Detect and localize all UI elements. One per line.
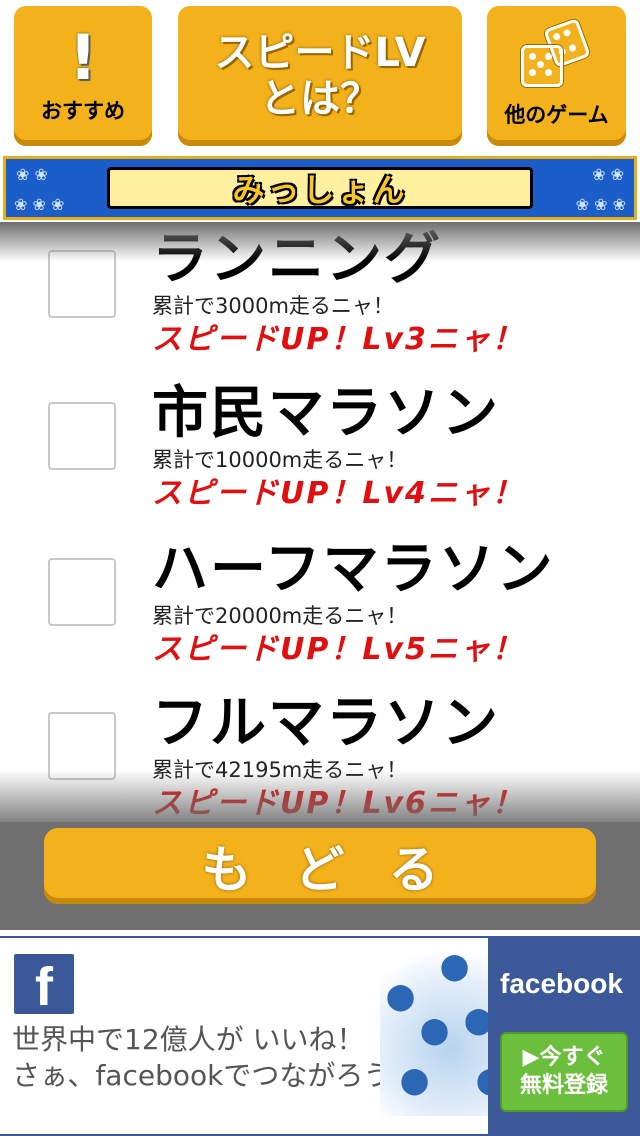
cta-line-2: 無料登録 [519, 1073, 608, 1098]
mission-title: ランニング [152, 227, 442, 292]
mission-item: フルマラソン 累計で42195m走るニャ！ スピードUP！Lv6ニャ！ [0, 692, 640, 822]
paw-icon: ❀ ❀ [16, 165, 48, 184]
exclamation-icon: ! [68, 21, 98, 94]
cta-line-1: ▶今すぐ [522, 1045, 606, 1070]
recommend-label: おすすめ [41, 99, 125, 123]
other-games-label: 他のゲーム [504, 103, 609, 127]
other-games-button[interactable]: 他のゲーム [487, 6, 626, 146]
mission-title: 市民マラソン [152, 381, 500, 446]
recommend-button[interactable]: ! おすすめ [14, 6, 152, 146]
ad-line-1: 世界中で12億人が いいね！ [12, 1023, 365, 1056]
speed-level-line2: とは？ [260, 76, 380, 122]
facebook-logo-icon: f [14, 954, 74, 1017]
mission-title-bar: みっしょん [107, 167, 533, 209]
mission-list[interactable]: ランニング 累計で3000m走るニャ！ スピードUP！Lv3ニャ！ 市民マラソン… [0, 222, 640, 822]
mission-title: ハーフマラソン [152, 537, 555, 602]
dice-icon [517, 18, 597, 93]
mission-header: ❀ ❀ ❀ ❀ ❀ ❀ ❀ ❀ ❀ ❀ みっしょん [3, 156, 637, 220]
ad-line-2: さぁ、facebookでつながろう [12, 1059, 392, 1092]
register-now-button[interactable]: ▶今すぐ 無料登録 [500, 1032, 628, 1112]
mission-checkbox[interactable] [48, 712, 116, 780]
mission-item: ランニング 累計で3000m走るニャ！ スピードUP！Lv3ニャ！ [0, 228, 640, 378]
back-button[interactable]: もどる [44, 828, 596, 904]
mission-checkbox[interactable] [48, 558, 116, 626]
mission-item: ハーフマラソン 累計で20000m走るニャ！ スピードUP！Lv5ニャ！ [0, 538, 640, 688]
mission-checkbox[interactable] [48, 250, 116, 318]
mission-item: 市民マラソン 累計で10000m走るニャ！ スピードUP！Lv4ニャ！ [0, 382, 640, 532]
paw-icon: ❀ ❀ ❀ [14, 195, 65, 214]
mission-reward: スピードUP！Lv5ニャ！ [152, 632, 524, 667]
mission-reward: スピードUP！Lv3ニャ！ [152, 322, 524, 357]
speed-level-info-button[interactable]: スピードLV とは？ [178, 6, 462, 146]
facebook-ad-banner[interactable]: f 世界中で12億人が いいね！ さぁ、facebookでつながろう ⬤ ⬤ ⬤… [0, 936, 640, 1136]
mission-checkbox[interactable] [48, 402, 116, 470]
mission-reward: スピードUP！Lv6ニャ！ [152, 786, 524, 821]
mission-title: みっしょん [232, 171, 408, 209]
facebook-panel: facebook ▶今すぐ 無料登録 [488, 938, 640, 1134]
paw-icon: ❀ ❀ [592, 165, 624, 184]
mission-title: フルマラソン [152, 691, 500, 756]
back-button-label: もどる [201, 841, 483, 899]
paw-icon: ❀ ❀ ❀ [575, 195, 626, 214]
mission-reward: スピードUP！Lv4ニャ！ [152, 476, 524, 511]
speed-level-line1: スピードLV [214, 30, 426, 76]
facebook-wordmark: facebook [500, 968, 623, 999]
